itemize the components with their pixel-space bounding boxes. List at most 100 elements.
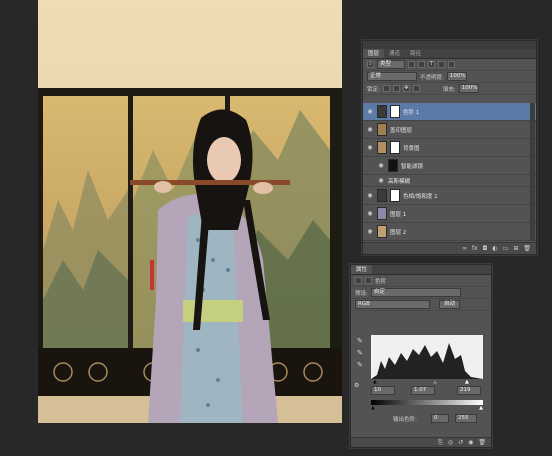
layer-name: 智能滤镜: [401, 163, 424, 170]
adjustment-filter-icon[interactable]: [418, 61, 425, 68]
opacity-input[interactable]: 100%: [446, 72, 467, 81]
layer-row[interactable]: ◉ 背景图: [363, 139, 536, 157]
layer-name: 色相/饱和度 1: [403, 193, 438, 200]
channel-select[interactable]: RGB: [355, 300, 430, 309]
layers-footer: ∞ fx ◘ ◐ ▭ ⊞ 🗑: [363, 242, 536, 254]
layer-name: 图层 2: [390, 229, 407, 236]
clip-icon[interactable]: ⎘: [438, 439, 443, 447]
opacity-label: 不透明度:: [420, 74, 444, 81]
lock-all-icon[interactable]: [412, 85, 420, 92]
mask-icon[interactable]: [365, 277, 372, 284]
adjustment-thumb: [377, 189, 387, 202]
layer-row[interactable]: ◉ 图层 2: [363, 223, 536, 241]
reset-icon[interactable]: ↺: [458, 439, 463, 446]
fill-label: 填充:: [442, 86, 456, 93]
output-slider[interactable]: ▲ ▲: [371, 405, 483, 411]
gray-eyedropper-icon[interactable]: ✎: [357, 349, 363, 357]
tab-properties[interactable]: 属性: [351, 265, 373, 274]
layers-panel[interactable]: 图层 通道 路径 ⌕ 类型 T 正常 不透明度: 100% 锁定: ✥ 填充: …: [362, 40, 537, 255]
layer-name: 图层 1: [390, 211, 407, 218]
lock-move-icon[interactable]: ✥: [402, 85, 410, 92]
histogram: [371, 335, 483, 379]
workspace: 图层 通道 路径 ⌕ 类型 T 正常 不透明度: 100% 锁定: ✥ 填充: …: [0, 0, 552, 456]
output-black-handle[interactable]: ▲: [371, 405, 375, 411]
properties-header: 色阶: [351, 275, 491, 287]
fill-input[interactable]: 100%: [458, 84, 479, 93]
mask-icon[interactable]: ◘: [483, 245, 488, 252]
smart-filter-icon[interactable]: [448, 61, 455, 68]
fx-icon[interactable]: fx: [472, 245, 478, 252]
tab-layers[interactable]: 图层: [363, 49, 385, 58]
layer-thumb: [377, 207, 387, 220]
lock-brush-icon[interactable]: [392, 85, 400, 92]
eye-icon[interactable]: ◉: [366, 144, 374, 151]
properties-title: 色阶: [375, 278, 387, 285]
blend-mode-select[interactable]: 正常: [367, 72, 417, 81]
tab-channels[interactable]: 通道: [384, 49, 405, 58]
input-slider[interactable]: ▲ ▲ ▲: [371, 379, 483, 385]
mask-thumb: [390, 105, 400, 118]
new-layer-icon[interactable]: ⊞: [513, 245, 518, 252]
white-point-handle[interactable]: ▲: [465, 379, 469, 385]
pixel-filter-icon[interactable]: [408, 61, 415, 68]
eye-icon[interactable]: ◉: [377, 162, 385, 169]
search-icon: ⌕: [367, 61, 374, 68]
auto-button[interactable]: 自动: [439, 300, 461, 309]
layer-row[interactable]: ◉ 盖印图层: [363, 121, 536, 139]
kind-select[interactable]: 类型: [377, 60, 405, 69]
link-icon[interactable]: ∞: [462, 245, 467, 252]
layer-row[interactable]: ◉ 图层 1: [363, 205, 536, 223]
blend-row: 正常 不透明度: 100%: [363, 71, 536, 83]
midtone-handle[interactable]: ▲: [433, 379, 437, 385]
layer-name: 色阶 1: [403, 109, 420, 116]
eye-icon[interactable]: ◉: [366, 210, 374, 217]
layer-row[interactable]: ◉ 色相/饱和度 1: [363, 187, 536, 205]
input-white-field[interactable]: 219: [457, 386, 481, 395]
layers-panel-tabs: 图层 通道 路径: [363, 49, 536, 59]
adjustment-icon[interactable]: ◐: [492, 245, 497, 252]
document-canvas[interactable]: [38, 0, 342, 423]
layer-row[interactable]: ◉ 智能滤镜: [363, 157, 536, 175]
eye-icon[interactable]: ◉: [377, 177, 385, 184]
histogram-graph: [371, 343, 483, 379]
layer-list: ◉ 色阶 1 ◉ 盖印图层 ◉ 背景图 ◉ 智能滤镜 ◉ 高斯模糊 ◉ 色相/饱…: [363, 103, 536, 241]
input-black-field[interactable]: 10: [371, 386, 395, 395]
layer-row[interactable]: ◉ 高斯模糊: [363, 175, 536, 187]
eye-icon[interactable]: ◉: [366, 228, 374, 235]
visibility-icon[interactable]: ◉: [468, 439, 473, 446]
eye-icon[interactable]: ◉: [366, 126, 374, 133]
trash-icon[interactable]: 🗑: [478, 439, 486, 446]
filter-mask-thumb: [388, 159, 398, 172]
mask-thumb: [390, 189, 400, 202]
artwork-image: [38, 0, 342, 423]
layer-thumb: [377, 141, 387, 154]
scrollbar[interactable]: [530, 103, 535, 241]
eye-icon[interactable]: ◉: [366, 192, 374, 199]
tab-paths[interactable]: 路径: [405, 49, 426, 58]
input-mid-field[interactable]: 1.07: [411, 386, 435, 395]
black-point-handle[interactable]: ▲: [373, 379, 377, 385]
black-eyedropper-icon[interactable]: ✎: [357, 337, 363, 345]
trash-icon[interactable]: 🗑: [523, 245, 531, 252]
output-black-field[interactable]: 0: [431, 414, 449, 423]
properties-panel[interactable]: 属性 色阶 预设: 自定 RGB 自动 ✎ ✎ ✎ ▲ ▲ ▲ ⚙ 10 1.0…: [350, 264, 492, 448]
white-eyedropper-icon[interactable]: ✎: [357, 361, 363, 369]
preset-select[interactable]: 自定: [370, 288, 461, 297]
output-white-field[interactable]: 255: [455, 414, 477, 423]
view-previous-icon[interactable]: ◎: [448, 439, 453, 446]
input-icon: ⚙: [354, 382, 360, 389]
properties-tabs: 属性: [351, 265, 491, 275]
lock-pixels-icon[interactable]: [382, 85, 390, 92]
layer-row[interactable]: ◉ 色阶 1: [363, 103, 536, 121]
properties-footer: ⎘ ◎ ↺ ◉ 🗑: [351, 437, 491, 447]
adjustment-thumb: [377, 105, 387, 118]
filter-row: ⌕ 类型 T: [363, 59, 536, 71]
eye-icon[interactable]: ◉: [366, 108, 374, 115]
type-filter-icon[interactable]: T: [428, 61, 435, 68]
output-white-handle[interactable]: ▲: [479, 405, 483, 411]
shape-filter-icon[interactable]: [438, 61, 445, 68]
levels-icon: [355, 277, 362, 284]
folder-icon[interactable]: ▭: [503, 245, 509, 252]
layer-name: 背景图: [403, 145, 420, 152]
panel-titlebar[interactable]: [363, 41, 536, 49]
